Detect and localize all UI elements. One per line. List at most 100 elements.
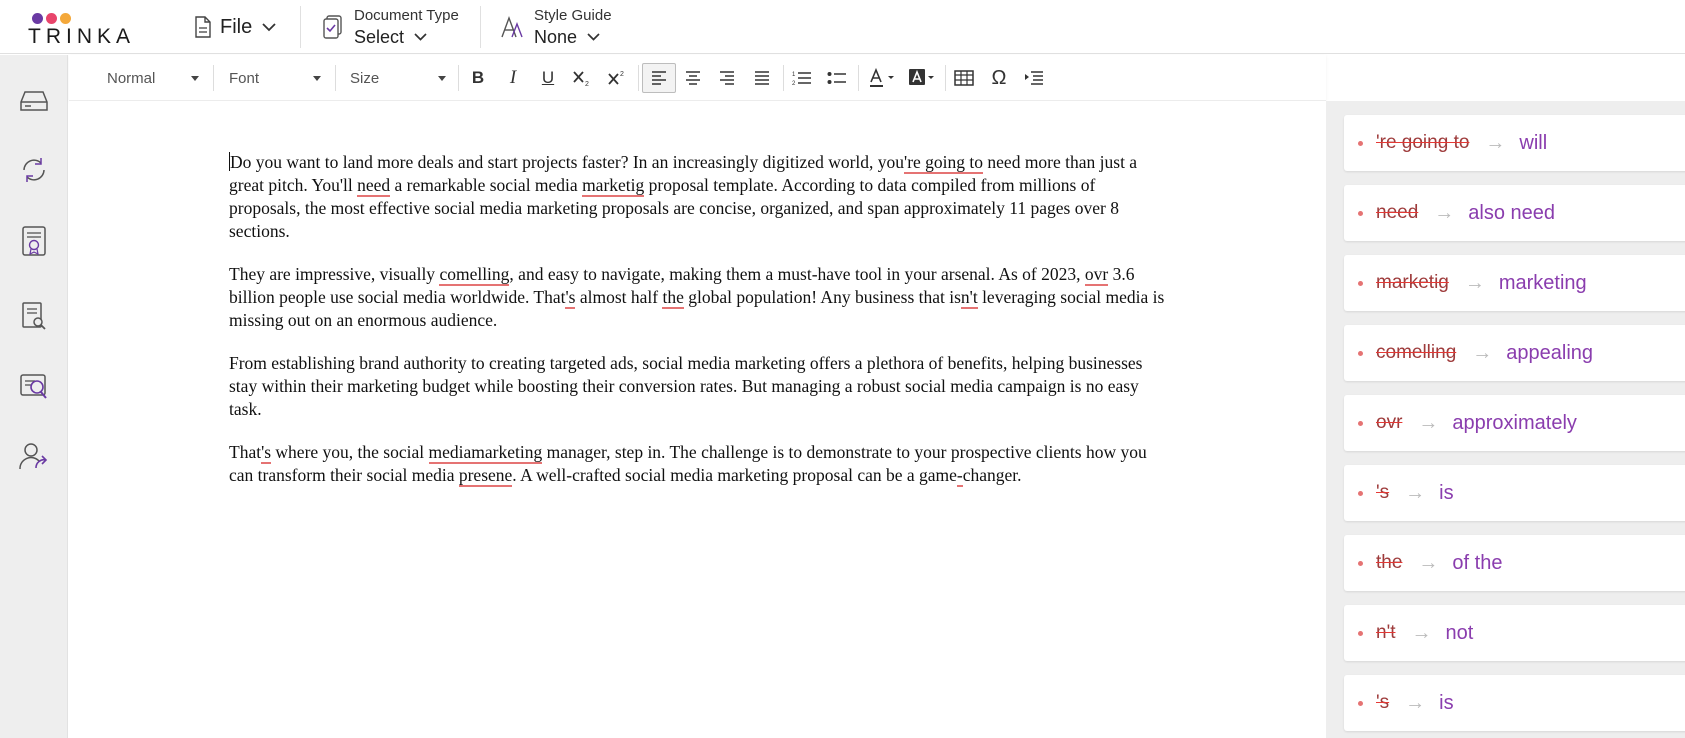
- suggestion-card[interactable]: 're going to → will: [1344, 115, 1685, 171]
- arrow-right-icon: →: [1434, 201, 1455, 224]
- bullet-list-button[interactable]: [822, 63, 852, 93]
- flagged-word[interactable]: need: [357, 175, 391, 197]
- subscript-icon: 2: [573, 71, 589, 87]
- insert-table-button[interactable]: [949, 63, 979, 93]
- sync-icon: [23, 158, 45, 182]
- flagged-word[interactable]: ovr: [1084, 264, 1109, 286]
- suggestion-replacement[interactable]: is: [1439, 482, 1453, 505]
- file-menu-button[interactable]: File: [194, 0, 276, 54]
- suggestion-replacement[interactable]: is: [1439, 692, 1453, 715]
- suggestion-replacement[interactable]: not: [1445, 622, 1473, 645]
- bold-button[interactable]: B: [463, 63, 493, 93]
- size-select[interactable]: Size: [350, 66, 446, 90]
- chevron-down-icon: [414, 33, 427, 41]
- underline-button[interactable]: U: [533, 63, 563, 93]
- paragraph[interactable]: Do you want to land more deals and start…: [229, 151, 1169, 243]
- divider: [458, 65, 459, 91]
- special-character-button[interactable]: Ω: [984, 63, 1014, 93]
- caret-down-icon: [438, 75, 446, 81]
- flagged-word[interactable]: mediamarketing: [428, 442, 543, 464]
- suggestion-original: n't: [1376, 622, 1396, 643]
- paragraph-style-select[interactable]: Normal: [107, 66, 199, 90]
- background-color-button[interactable]: [905, 63, 941, 93]
- arrow-right-icon: →: [1411, 621, 1432, 644]
- suggestion-replacement[interactable]: marketing: [1499, 272, 1587, 295]
- font-select[interactable]: Font: [229, 66, 321, 90]
- flagged-word[interactable]: presene: [458, 465, 513, 487]
- suggestion-replacement[interactable]: of the: [1452, 552, 1502, 575]
- text-color-button[interactable]: [865, 63, 901, 93]
- flagged-word[interactable]: the: [662, 287, 684, 309]
- align-left-button[interactable]: [642, 63, 676, 93]
- text-run: changer.: [962, 465, 1022, 485]
- logo-dot-orange: [60, 13, 71, 24]
- arrow-right-icon: →: [1418, 411, 1439, 434]
- document-type-value: Select: [354, 27, 405, 47]
- justify-button[interactable]: [747, 63, 777, 93]
- style-guide-dropdown[interactable]: Style Guide None: [500, 0, 612, 54]
- suggestion-card[interactable]: need → also need: [1344, 185, 1685, 241]
- suggestion-card[interactable]: n't → not: [1344, 605, 1685, 661]
- sidebar-item-certificate[interactable]: [18, 225, 50, 257]
- formatting-toolbar: Normal Font Size B I U 2 2 12 Ω: [69, 55, 1326, 101]
- suggestion-card[interactable]: marketig → marketing: [1344, 255, 1685, 311]
- suggestion-card[interactable]: comelling → appealing: [1344, 325, 1685, 381]
- document-type-dropdown[interactable]: Document Type Select: [322, 0, 459, 54]
- chevron-down-icon: [262, 22, 276, 31]
- trinka-logo[interactable]: TRINKA: [28, 8, 148, 48]
- divider: [480, 6, 481, 48]
- chevron-down-icon: [587, 33, 600, 41]
- sidebar-item-user-share[interactable]: [18, 440, 50, 472]
- drive-icon: [20, 91, 48, 111]
- flagged-word[interactable]: n't: [960, 287, 978, 309]
- italic-icon: I: [509, 67, 517, 88]
- top-bar: TRINKA File Document Type Select Style G…: [0, 0, 1685, 54]
- suggestion-card[interactable]: ovr → approximately: [1344, 395, 1685, 451]
- sidebar-item-sync[interactable]: [18, 154, 50, 186]
- editor-area[interactable]: Do you want to land more deals and start…: [69, 101, 1326, 738]
- text-run: Do you want to land more deals and start…: [230, 152, 905, 172]
- document-type-label: Document Type: [354, 7, 459, 24]
- superscript-button[interactable]: 2: [602, 63, 632, 93]
- flagged-word[interactable]: 's: [565, 287, 576, 309]
- bold-icon: B: [471, 68, 485, 87]
- flagged-word[interactable]: comelling: [439, 264, 510, 286]
- divider: [638, 65, 639, 91]
- numbered-list-button[interactable]: 12: [787, 63, 817, 93]
- suggestion-card[interactable]: the → of the: [1344, 535, 1685, 591]
- suggestion-replacement[interactable]: approximately: [1452, 412, 1577, 435]
- logo-wordmark: TRINKA: [28, 25, 136, 48]
- flagged-word[interactable]: 's: [261, 442, 272, 464]
- align-right-button[interactable]: [712, 63, 742, 93]
- bullet-dot: [1358, 210, 1363, 216]
- sidebar-item-plagiarism-check[interactable]: [18, 370, 50, 402]
- align-center-icon: [686, 71, 700, 85]
- paragraph[interactable]: They are impressive, visually comelling,…: [229, 263, 1169, 332]
- sidebar-item-document-search[interactable]: [18, 300, 50, 332]
- suggestion-replacement[interactable]: appealing: [1506, 342, 1593, 365]
- italic-button[interactable]: I: [498, 63, 528, 93]
- certificate-icon: [22, 226, 46, 256]
- suggestion-card[interactable]: 's → is: [1344, 465, 1685, 521]
- suggestion-original: 're going to: [1376, 132, 1470, 153]
- sidebar-item-drive[interactable]: [18, 85, 50, 117]
- paragraph[interactable]: That's where you, the social mediamarket…: [229, 441, 1169, 487]
- suggestion-replacement[interactable]: also need: [1468, 202, 1555, 225]
- indent-button[interactable]: [1019, 63, 1049, 93]
- suggestions-panel: 're going to → will need → also need marketig →…: [1326, 101, 1685, 738]
- suggestion-card[interactable]: 's → is: [1344, 675, 1685, 731]
- arrow-right-icon: →: [1405, 691, 1426, 714]
- suggestion-original: 's: [1376, 692, 1390, 713]
- logo-dot-purple: [32, 13, 43, 24]
- paragraph[interactable]: From establishing brand authority to cre…: [229, 352, 1169, 421]
- arrow-right-icon: →: [1472, 341, 1493, 364]
- flagged-word[interactable]: 're going to: [904, 152, 984, 174]
- align-center-button[interactable]: [678, 63, 708, 93]
- style-guide-icon: [501, 15, 523, 38]
- text-run: From establishing brand authority to cre…: [229, 353, 1143, 419]
- document-content[interactable]: Do you want to land more deals and start…: [229, 151, 1169, 507]
- subscript-button[interactable]: 2: [567, 63, 597, 93]
- suggestion-replacement[interactable]: will: [1519, 132, 1547, 155]
- suggestion-original: the: [1376, 552, 1403, 573]
- flagged-word[interactable]: marketig: [582, 175, 645, 197]
